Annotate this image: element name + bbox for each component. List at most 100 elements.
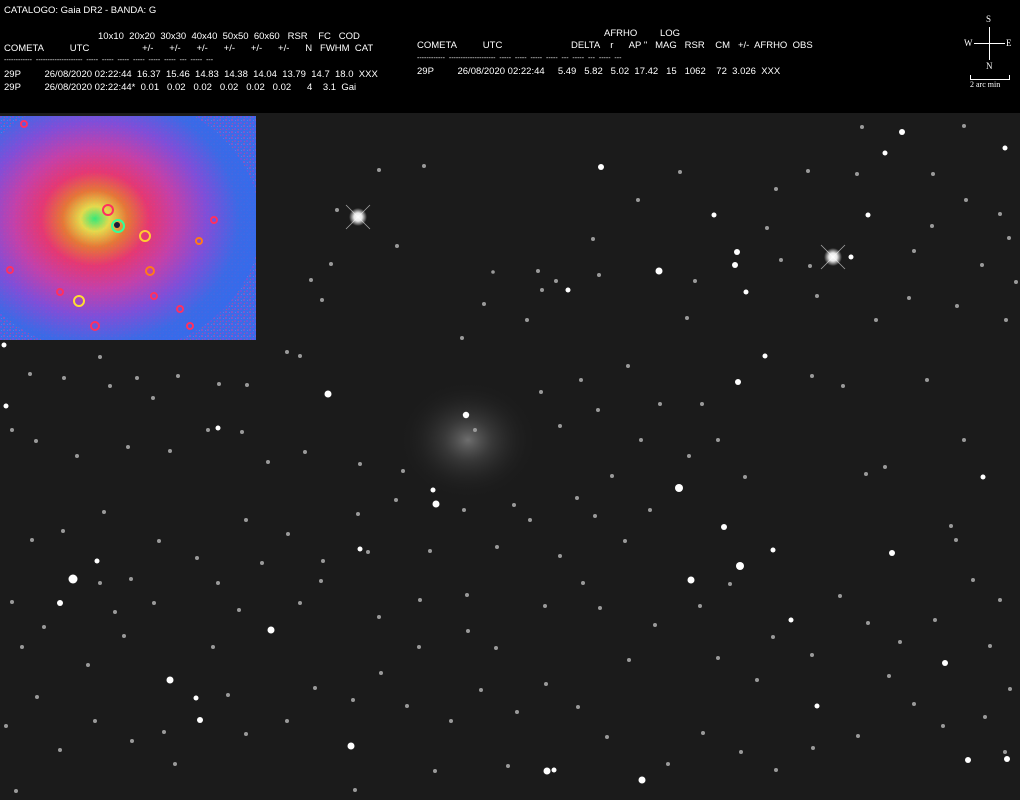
star [539, 390, 543, 394]
star [755, 678, 759, 682]
star [855, 172, 859, 176]
star [1008, 687, 1012, 691]
star [998, 212, 1002, 216]
star [860, 125, 864, 129]
star [638, 776, 646, 784]
star [173, 762, 177, 766]
bright-star-2 [820, 244, 846, 270]
star [98, 581, 102, 585]
star [405, 704, 409, 708]
star [245, 383, 249, 387]
star [734, 249, 740, 255]
header-panel: CATALOGO: Gaia DR2 - BANDA: G 10x10 20x2… [0, 0, 1020, 113]
star [94, 558, 100, 564]
star [1014, 280, 1018, 284]
star [512, 503, 516, 507]
star [591, 237, 595, 241]
star [685, 316, 689, 320]
star [506, 764, 510, 768]
star [598, 164, 604, 170]
star [197, 717, 203, 723]
star [965, 757, 971, 763]
star [152, 601, 156, 605]
star [166, 676, 174, 684]
star [285, 350, 289, 354]
star [61, 529, 65, 533]
star [575, 496, 579, 500]
star [687, 576, 695, 584]
star [889, 550, 895, 556]
star [808, 264, 812, 268]
star [687, 454, 691, 458]
star [765, 226, 769, 230]
star [693, 279, 697, 283]
star [366, 550, 370, 554]
star [351, 698, 355, 702]
star [874, 318, 878, 322]
star [964, 198, 968, 202]
star [10, 428, 14, 432]
star [788, 617, 794, 623]
star [3, 403, 9, 409]
scale-bar-label: 2 arc min [970, 80, 1001, 89]
star [626, 364, 630, 368]
star [883, 465, 887, 469]
star [433, 769, 437, 773]
star [244, 732, 248, 736]
star [432, 500, 440, 508]
star [743, 475, 747, 479]
compass-south-label: S [986, 14, 992, 24]
star [482, 302, 486, 306]
star [313, 686, 317, 690]
star [260, 561, 264, 565]
star [988, 644, 992, 648]
star [237, 608, 241, 612]
star [610, 474, 614, 478]
right-table-row-1: 29P 26/08/2020 02:22:44 5.49 5.82 5.02 1… [417, 66, 781, 77]
star [298, 601, 302, 605]
star [1003, 750, 1007, 754]
star [864, 472, 868, 476]
bright-star-1 [345, 204, 371, 230]
star [838, 594, 842, 598]
star [770, 547, 776, 553]
star [329, 262, 333, 266]
star [58, 748, 62, 752]
star [954, 538, 958, 542]
star [1007, 236, 1011, 240]
star [605, 735, 609, 739]
star [395, 244, 399, 248]
star [285, 719, 289, 723]
star [86, 663, 90, 667]
star [226, 693, 230, 697]
star [377, 168, 381, 172]
star [57, 600, 63, 606]
star [811, 746, 815, 750]
star [353, 788, 357, 792]
star [666, 762, 670, 766]
star [933, 618, 937, 622]
star [321, 559, 325, 563]
compass-west-label: W [964, 38, 973, 48]
star [1002, 145, 1008, 151]
star [1004, 756, 1010, 762]
star [417, 645, 421, 649]
star [324, 390, 332, 398]
star [4, 724, 8, 728]
star [473, 428, 477, 432]
star [479, 688, 483, 692]
star [579, 378, 583, 382]
star [298, 354, 302, 358]
star [430, 487, 436, 493]
star [335, 208, 339, 212]
star [721, 524, 727, 530]
star [206, 428, 210, 432]
star [806, 169, 810, 173]
star [460, 336, 464, 340]
star [736, 562, 744, 570]
right-table-top-log: LOG [660, 28, 681, 39]
star [955, 304, 959, 308]
star [675, 484, 683, 492]
star [716, 438, 720, 442]
star [949, 524, 953, 528]
